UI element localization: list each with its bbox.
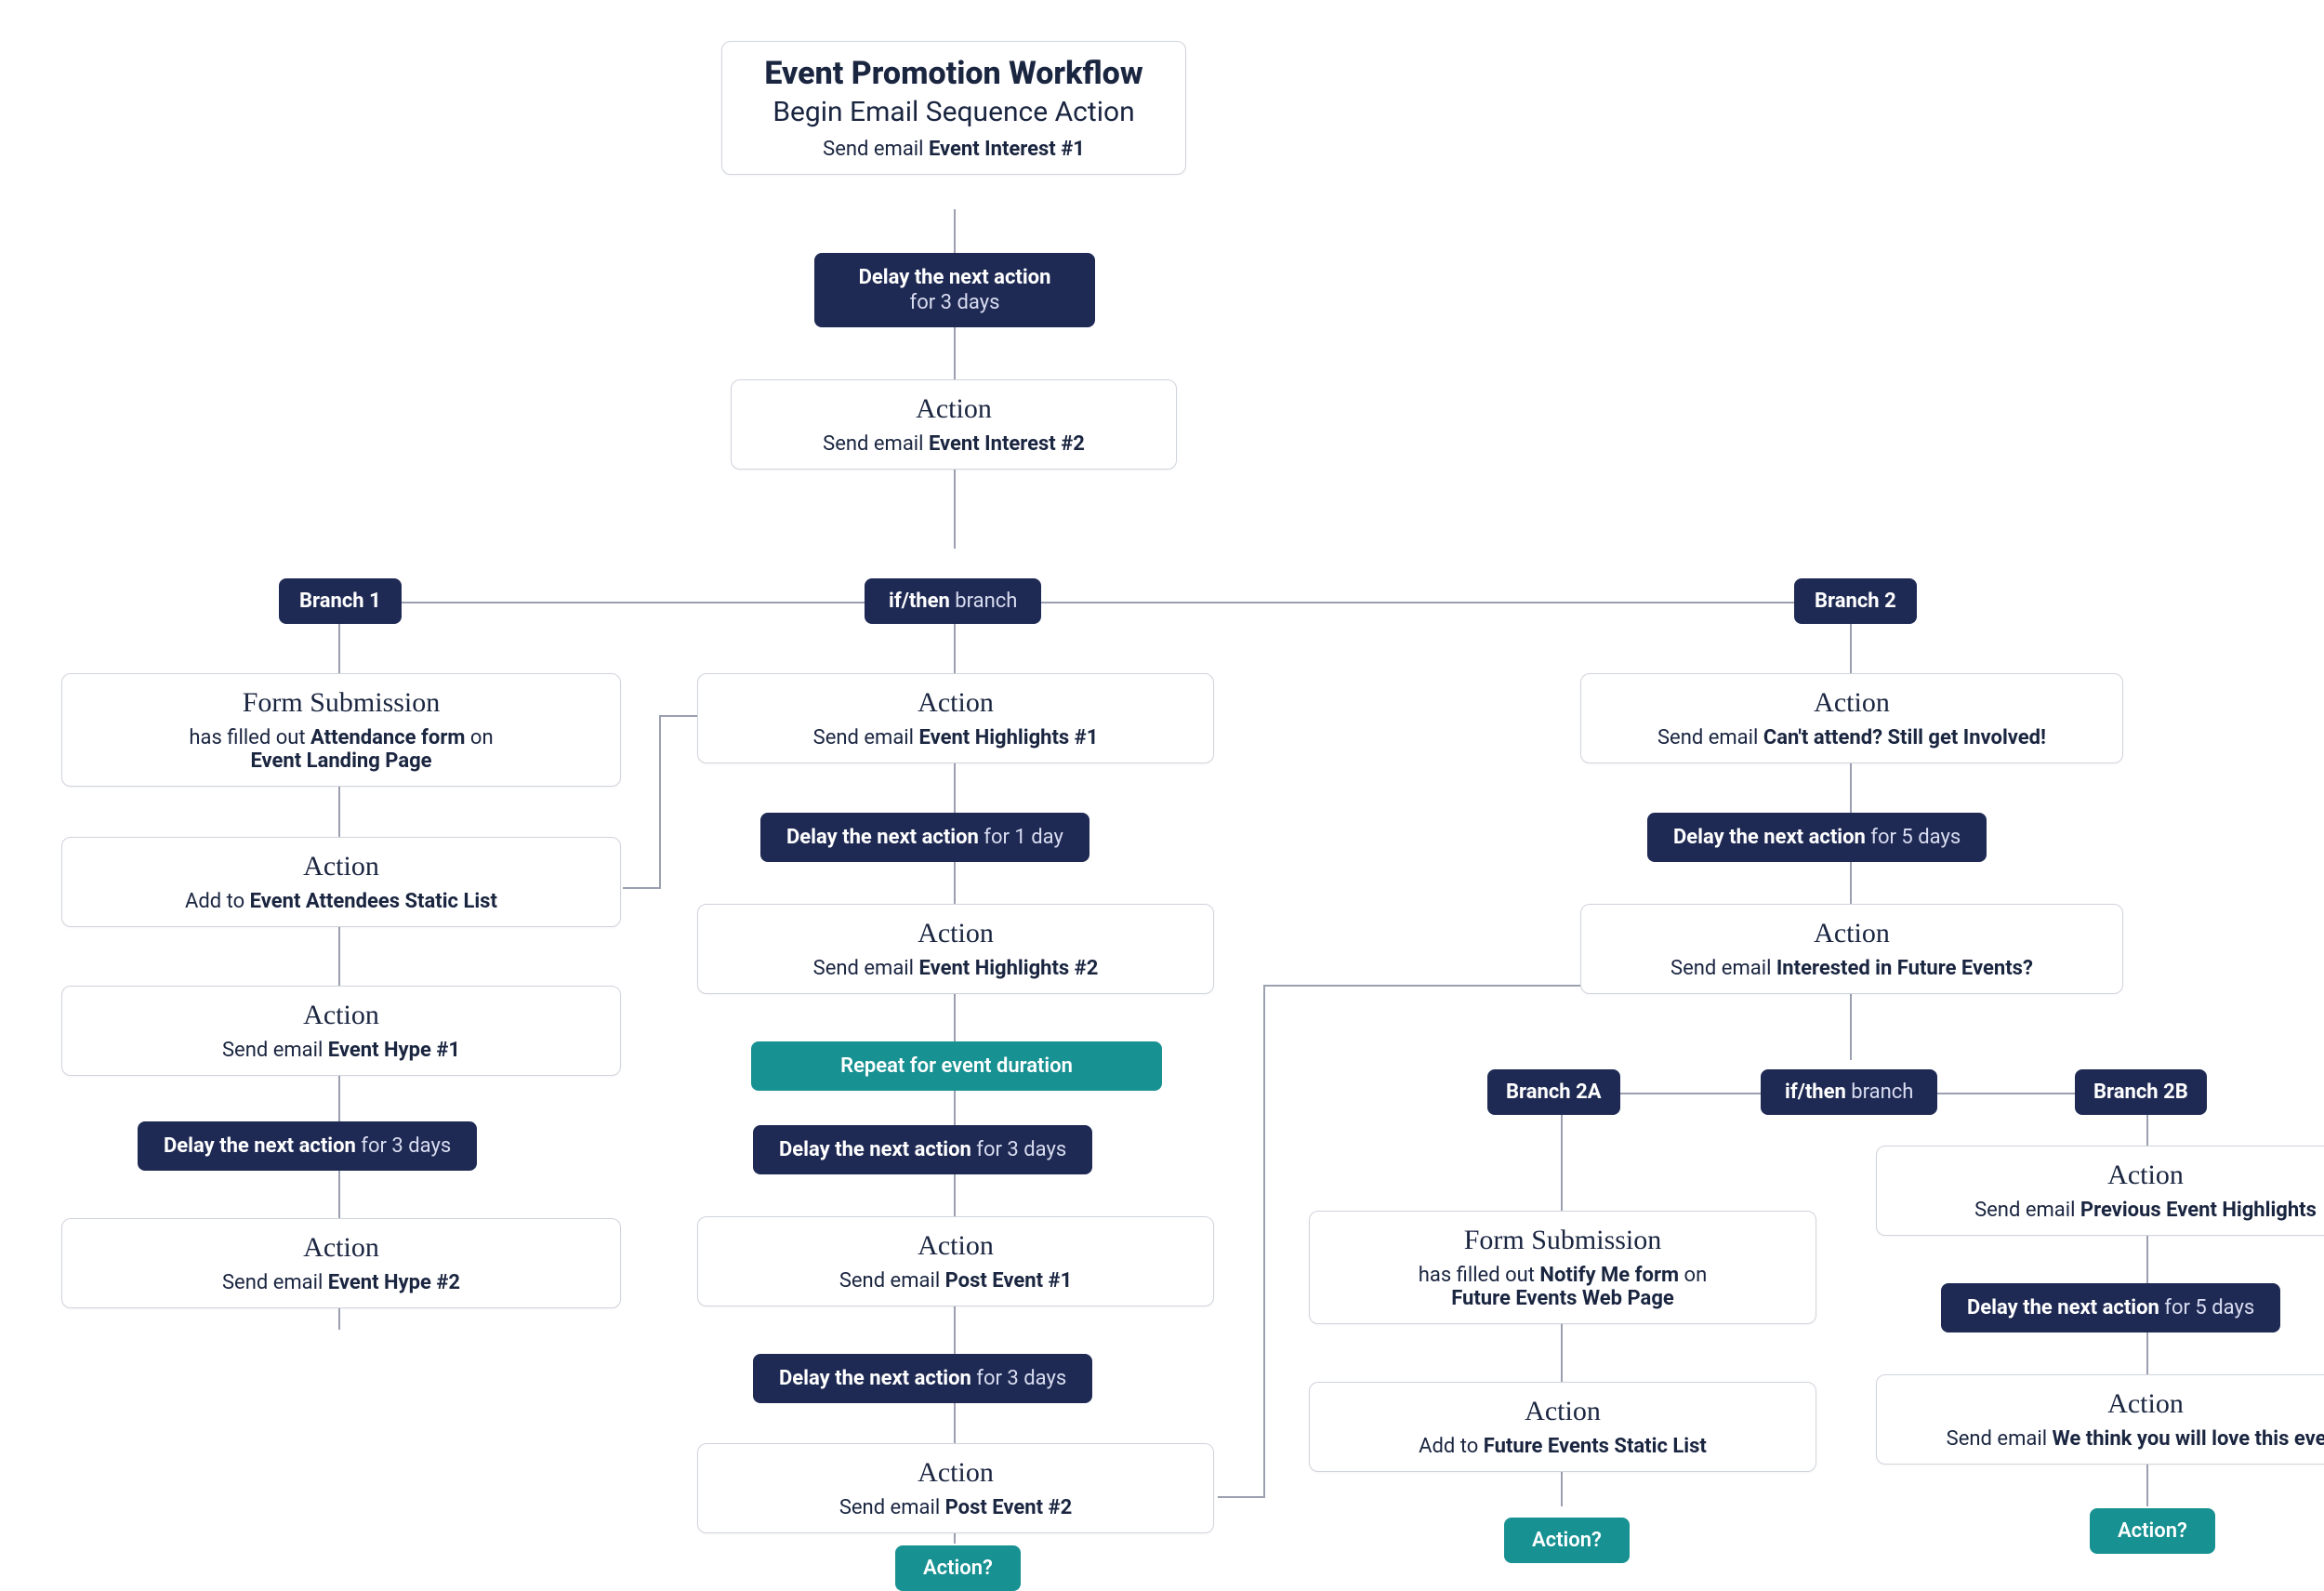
- pill-branch1: Branch 1: [279, 578, 402, 624]
- delay-root: Delay the next action for 3 days: [814, 253, 1095, 327]
- root-line: Send email Event Interest #1: [743, 138, 1165, 161]
- node-b2-cant-attend: Action Send email Can't attend? Still ge…: [1580, 673, 2123, 763]
- node-b1-hype2: Action Send email Event Hype #2: [61, 1218, 621, 1308]
- node-b2a-addlist: Action Add to Future Events Static List: [1309, 1382, 1816, 1472]
- delay-b2-5d: Delay the next action for 5 days: [1647, 813, 1987, 862]
- delay-b1: Delay the next action for 3 days: [138, 1121, 477, 1171]
- node-b1-form: Form Submission has filled out Attendanc…: [61, 673, 621, 787]
- actionq-b2a[interactable]: Action?: [1504, 1518, 1630, 1563]
- root-title: Event Promotion Workflow: [743, 55, 1165, 92]
- actionq-mid[interactable]: Action?: [895, 1545, 1021, 1591]
- node-b2b-prev-highlights: Action Send email Previous Event Highlig…: [1876, 1146, 2324, 1236]
- pill-branch2b: Branch 2B: [2075, 1069, 2207, 1115]
- actionq-b2b[interactable]: Action?: [2090, 1508, 2215, 1554]
- node-b1-addlist: Action Add to Event Attendees Static Lis…: [61, 837, 621, 927]
- delay-b2b-5d: Delay the next action for 5 days: [1941, 1283, 2280, 1332]
- node-action-interest2: Action Send email Event Interest #2: [731, 379, 1177, 470]
- node-mid-highlights1: Action Send email Event Highlights #1: [697, 673, 1214, 763]
- node-b2b-love-event: Action Send email We think you will love…: [1876, 1374, 2324, 1465]
- delay-mid-3d-a: Delay the next action for 3 days: [753, 1125, 1092, 1174]
- delay-mid-3d-b: Delay the next action for 3 days: [753, 1354, 1092, 1403]
- pill-ifthen-2: if/then branch: [1761, 1069, 1937, 1115]
- delay-mid-1day: Delay the next action for 1 day: [760, 813, 1089, 862]
- pill-branch2: Branch 2: [1794, 578, 1917, 624]
- root-subtitle: Begin Email Sequence Action: [743, 96, 1165, 128]
- node-b2a-form: Form Submission has filled out Notify Me…: [1309, 1211, 1816, 1324]
- pill-repeat-duration: Repeat for event duration: [751, 1041, 1162, 1091]
- pill-ifthen-1: if/then branch: [865, 578, 1041, 624]
- node-b2-future-events: Action Send email Interested in Future E…: [1580, 904, 2123, 994]
- node-mid-post1: Action Send email Post Event #1: [697, 1216, 1214, 1306]
- node-mid-highlights2: Action Send email Event Highlights #2: [697, 904, 1214, 994]
- node-root: Event Promotion Workflow Begin Email Seq…: [721, 41, 1186, 175]
- node-b1-hype1: Action Send email Event Hype #1: [61, 986, 621, 1076]
- pill-branch2a: Branch 2A: [1487, 1069, 1620, 1115]
- node-mid-post2: Action Send email Post Event #2: [697, 1443, 1214, 1533]
